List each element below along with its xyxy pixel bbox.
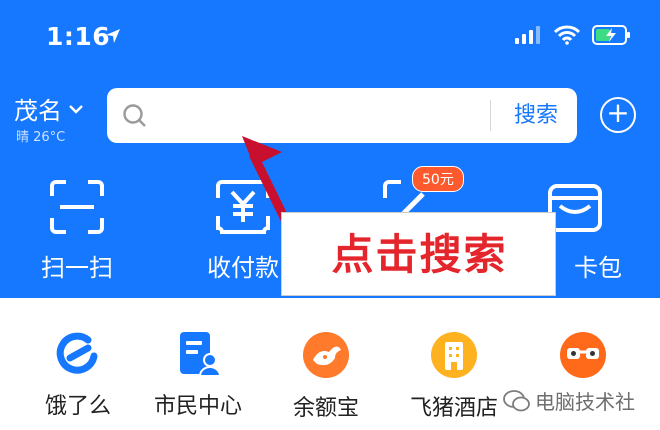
eleme-icon [56, 332, 98, 374]
app-yuebao[interactable]: 余额宝 [266, 330, 386, 422]
citizen-center-icon [180, 332, 222, 377]
app-label: 余额宝 [292, 396, 359, 421]
app-citizen-center[interactable]: 市民中心 [138, 330, 258, 420]
app-fifth[interactable] [528, 330, 638, 380]
annotation-box: 点击搜索 [281, 212, 556, 296]
annotation-text: 点击搜索 [331, 230, 508, 279]
app-fliggy-hotel[interactable]: 飞猪酒店 [394, 330, 514, 422]
watermark-text: 电脑技术社 [535, 390, 635, 414]
app-label: 市民中心 [153, 394, 242, 419]
wechat-icon [503, 389, 530, 411]
yuebao-icon [303, 332, 349, 378]
app-eleme[interactable]: 饿了么 [18, 330, 138, 420]
watermark: 电脑技术社 [503, 386, 635, 415]
app-label: 饿了么 [44, 394, 111, 419]
glasses-mascot-icon [560, 332, 606, 378]
app-label: 飞猪酒店 [409, 396, 498, 421]
fliggy-hotel-icon [431, 332, 477, 378]
